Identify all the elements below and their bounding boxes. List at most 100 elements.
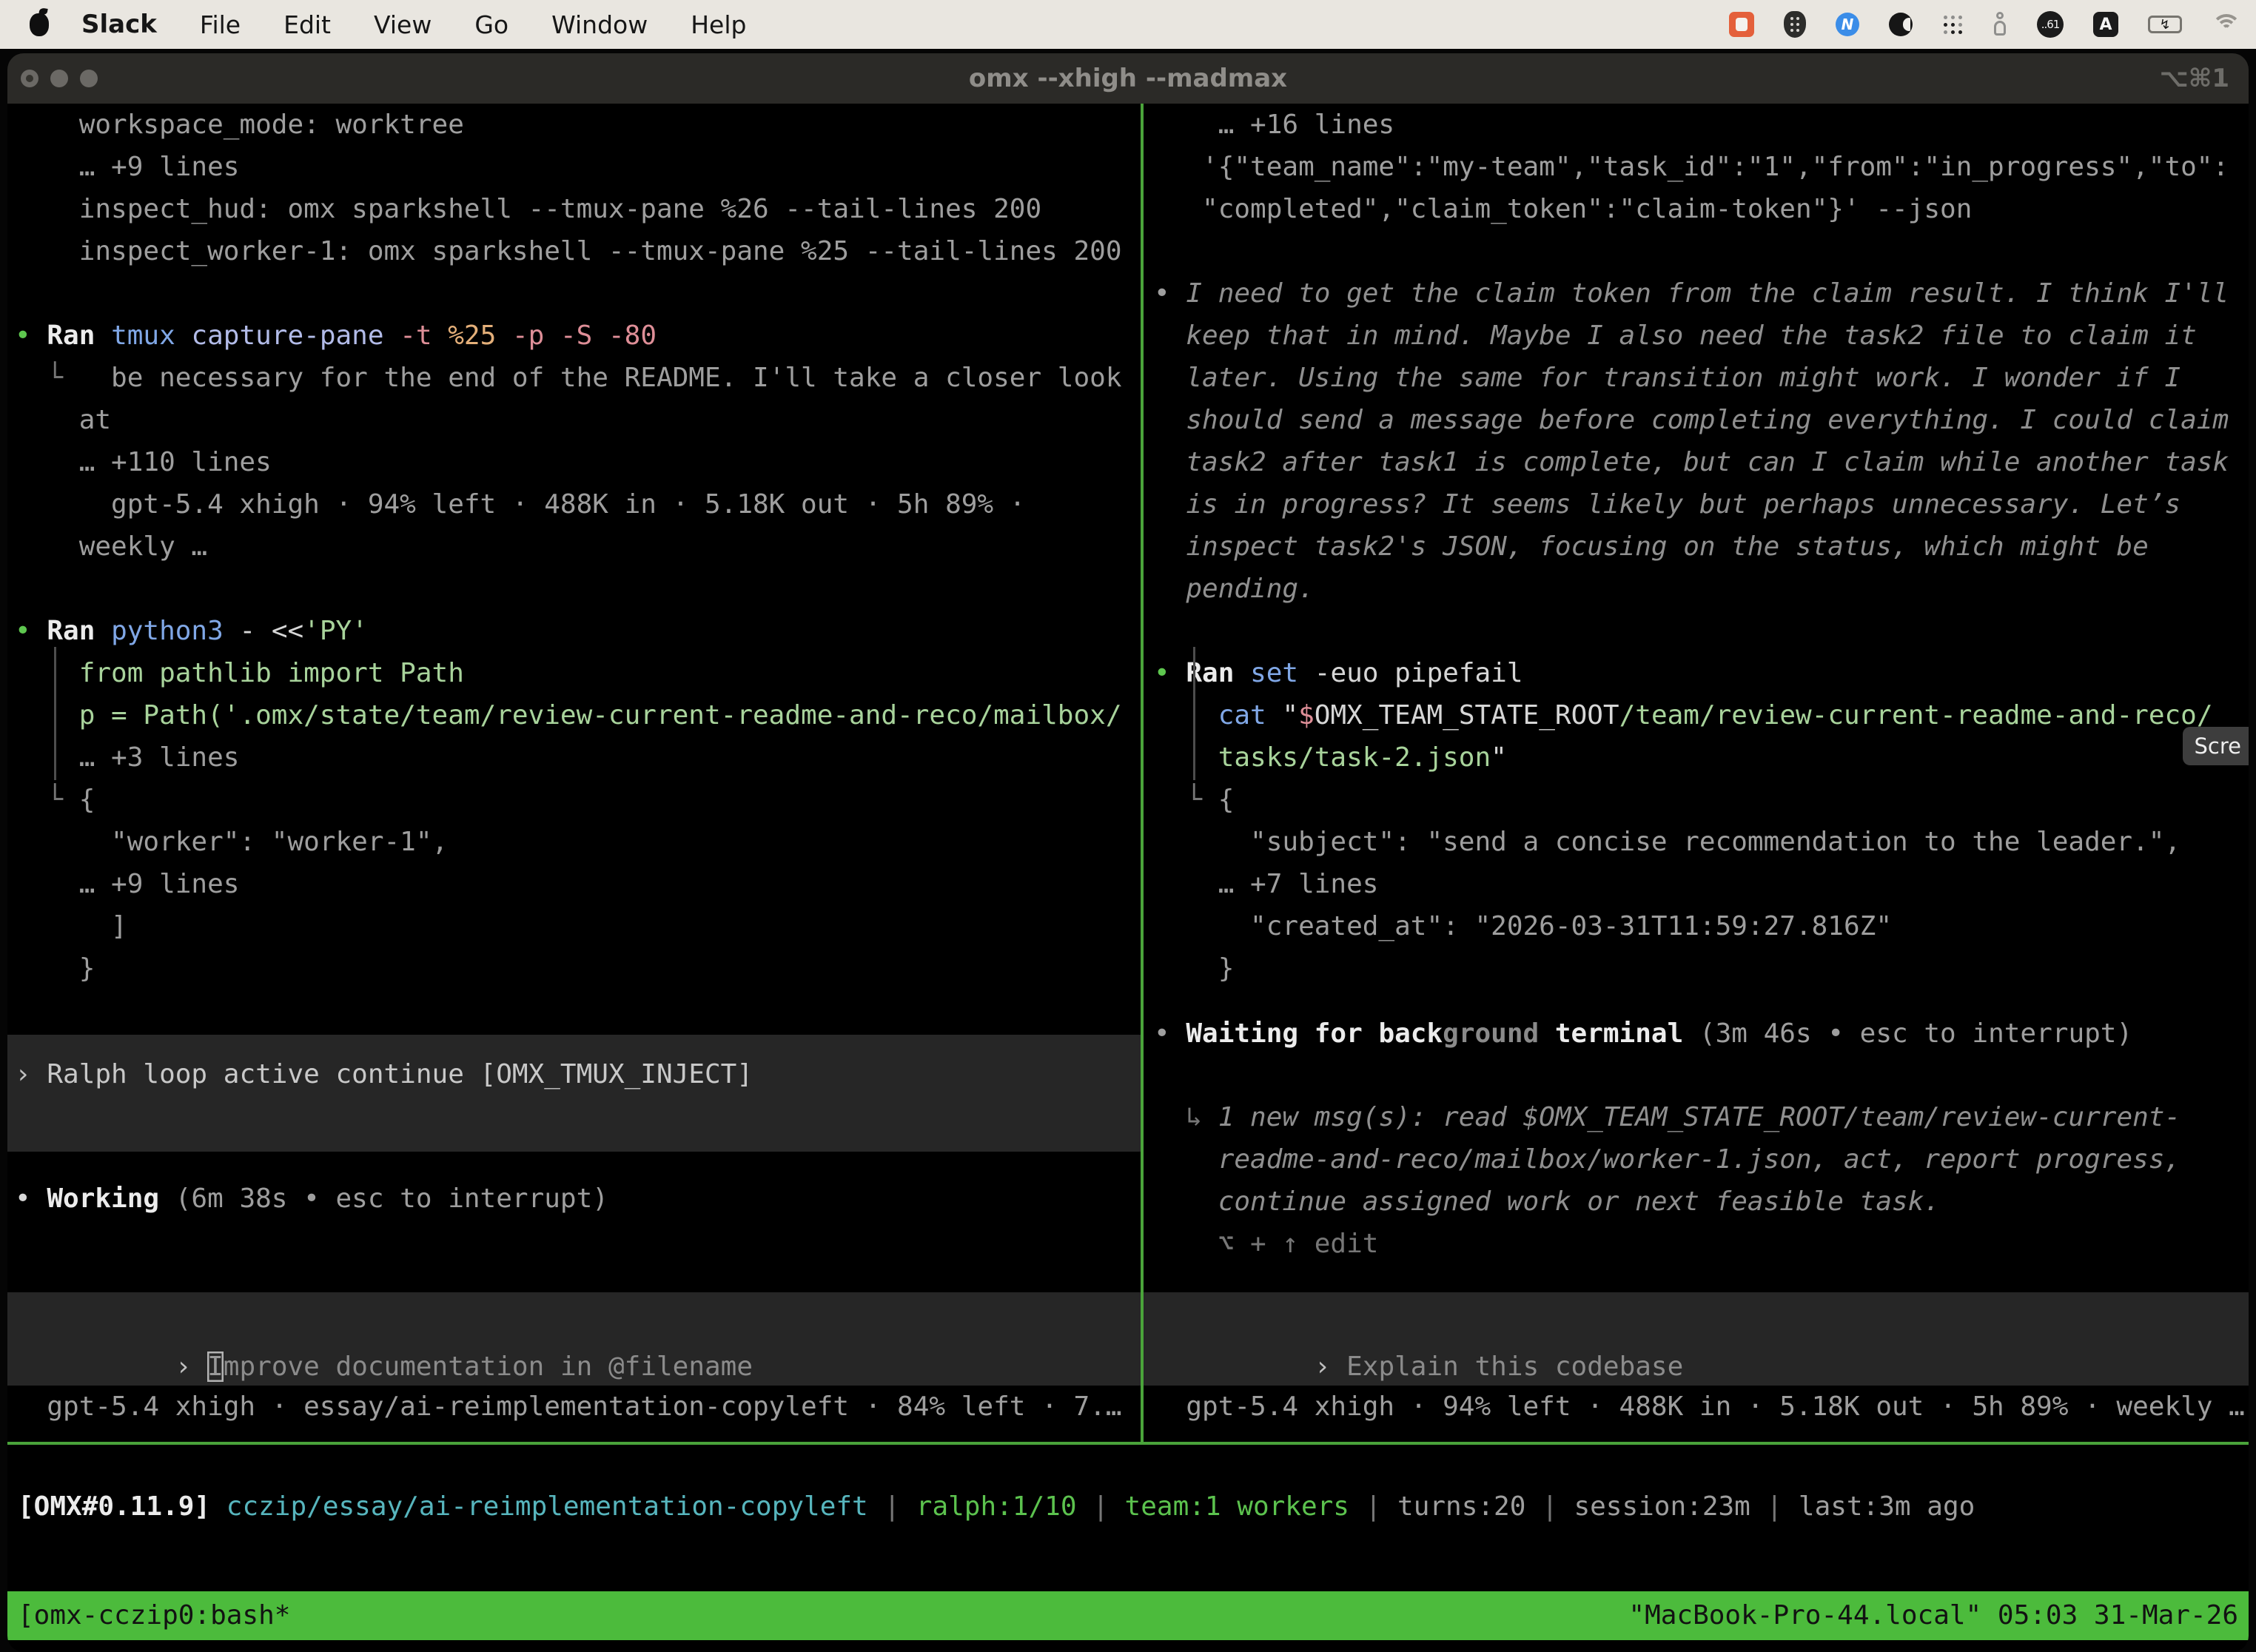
- menu-item-go[interactable]: Go: [474, 10, 508, 39]
- terminal-line: readme-and-reco/mailbox/worker-1.json, a…: [1154, 1138, 2249, 1181]
- terminal-line: gpt-5.4 xhigh · essay/ai-reimplementatio…: [15, 1386, 1141, 1428]
- person-icon[interactable]: [1993, 12, 2007, 37]
- wifi-icon[interactable]: [2212, 14, 2241, 35]
- text-segment: -p: [512, 320, 560, 351]
- right-model-status-line: gpt-5.4 xhigh · 94% left · 488K in · 5.1…: [1144, 1386, 2249, 1428]
- text-segment: capture-pane: [191, 320, 400, 351]
- terminal-line: [1154, 230, 2249, 272]
- text-segment: -euo pipefail: [1315, 658, 1523, 688]
- terminal-pane-left[interactable]: workspace_mode: worktree … +9 lines insp…: [7, 104, 1141, 1442]
- terminal-line: continue assigned work or next feasible …: [1154, 1181, 2249, 1223]
- right-pane-output: … +16 lines '{"team_name":"my-team","tas…: [1144, 104, 2249, 990]
- text-segment: Ran: [47, 320, 111, 351]
- text-segment: -S: [560, 320, 608, 351]
- terminal-line: inspect_hud: omx sparkshell --tmux-pane …: [15, 188, 1141, 230]
- battery-icon[interactable]: ↯: [2148, 16, 2182, 33]
- terminal-line: … +16 lines: [1154, 104, 2249, 146]
- menu-item-app[interactable]: Slack: [81, 10, 157, 39]
- text-segment: should send a message before completing …: [1154, 405, 2229, 435]
- text-segment: |: [1349, 1491, 1397, 1522]
- text-segment: ": [1491, 742, 1507, 773]
- text-segment: •: [15, 616, 47, 646]
- text-cursor: I: [207, 1352, 224, 1382]
- text-segment: '{"team_name":"my-team","task_id":"1","f…: [1154, 152, 2229, 182]
- text-segment: ralph:1/10: [916, 1491, 1077, 1522]
- menu-item-help[interactable]: Help: [691, 10, 746, 39]
- menu-item-edit[interactable]: Edit: [283, 10, 331, 39]
- text-segment: -80: [608, 320, 657, 351]
- text-segment: weekly …: [15, 531, 207, 562]
- text-segment: Waiting for back: [1186, 1018, 1443, 1049]
- tool-output-connector: [1193, 647, 1195, 780]
- text-segment: └: [1154, 785, 1218, 815]
- text-segment: cczip/essay/ai-reimplementation-copyleft: [226, 1491, 868, 1522]
- text-segment: ": [1282, 700, 1298, 731]
- terminal-line: }: [1154, 947, 2249, 990]
- text-segment: [1154, 700, 1218, 731]
- menu-item-view[interactable]: View: [374, 10, 432, 39]
- text-segment: └: [15, 785, 79, 815]
- text-segment: 'PY': [303, 616, 368, 646]
- text-segment: … +16 lines: [1154, 110, 1394, 140]
- text-segment: [OMX#0.11.9]: [18, 1491, 210, 1522]
- text-segment: ]: [15, 911, 127, 941]
- terminal-line: "completed","claim_token":"claim-token"}…: [1154, 188, 2249, 230]
- terminal-line: [15, 272, 1141, 315]
- text-segment: session:23m: [1574, 1491, 1750, 1522]
- left-prompt-box[interactable]: › Improve documentation in @filename: [7, 1292, 1141, 1386]
- text-segment: Ralph loop active continue [OMX_TMUX_INJ…: [47, 1059, 753, 1089]
- prompt-chevron: ›: [1315, 1352, 1346, 1382]
- text-segment: keep that in mind. Maybe I also need the…: [1154, 320, 2197, 351]
- terminal-line: inspect_worker-1: omx sparkshell --tmux-…: [15, 230, 1141, 272]
- text-segment: |: [868, 1491, 916, 1522]
- terminal-line: … +9 lines: [15, 863, 1141, 905]
- window-title-bar[interactable]: omx --xhigh --madmax ⌥⌘1: [7, 53, 2249, 104]
- text-segment: •: [1154, 278, 1186, 309]
- dots-grid-icon[interactable]: [1942, 14, 1963, 35]
- text-segment: "subject": "send a concise recommendatio…: [1154, 827, 2181, 857]
- text-segment: -t: [400, 320, 448, 351]
- text-segment: readme-and-reco/mailbox/worker-1.json, a…: [1154, 1144, 2181, 1175]
- text-segment: later. Using the same for transition mig…: [1154, 363, 2181, 393]
- text-segment: /team/review-current-readme-and-reco/: [1619, 700, 2213, 731]
- terminal-line: • Ran python3 - <<'PY': [15, 610, 1141, 652]
- tmux-host-clock-label: "MacBook-Pro-44.local" 05:03 31-Mar-26: [1628, 1591, 2238, 1640]
- right-prompt-box[interactable]: › Explain this codebase: [1144, 1292, 2249, 1386]
- text-segment: Ran: [47, 616, 111, 646]
- terminal-area: workspace_mode: worktree … +9 lines insp…: [7, 104, 2249, 1442]
- text-segment: Ran: [1186, 658, 1250, 688]
- terminal-line: … +7 lines: [1154, 863, 2249, 905]
- chat-app-icon[interactable]: [1729, 12, 1754, 37]
- menu-item-file[interactable]: File: [200, 10, 241, 39]
- text-segment: p = Path('.omx/state/team/review-current…: [15, 700, 1122, 731]
- terminal-line: "created_at": "2026-03-31T11:59:27.816Z": [1154, 905, 2249, 947]
- terminal-line: task2 after task1 is complete, but can I…: [1154, 441, 2249, 483]
- text-segment: }: [1154, 953, 1234, 984]
- terminal-pane-right[interactable]: … +16 lines '{"team_name":"my-team","tas…: [1144, 104, 2249, 1442]
- terminal-line: └ {: [15, 779, 1141, 821]
- terminal-line: • Ran set -euo pipefail: [1154, 652, 2249, 694]
- menu-item-window[interactable]: Window: [551, 10, 648, 39]
- dark-circle-icon[interactable]: [1889, 13, 1913, 36]
- text-segment: $: [1298, 700, 1315, 731]
- text-segment: … +9 lines: [15, 869, 239, 899]
- text-segment: pending.: [1154, 574, 1315, 604]
- terminal-line: "worker": "worker-1",: [15, 821, 1141, 863]
- text-segment: [210, 1491, 226, 1522]
- badge-61-icon[interactable]: ..61: [2037, 11, 2064, 38]
- a-square-icon[interactable]: A: [2093, 12, 2118, 37]
- shield-grid-icon[interactable]: [1784, 11, 1806, 38]
- apple-menu-icon[interactable]: [30, 13, 49, 36]
- calendar-app-icon[interactable]: N: [1836, 13, 1859, 36]
- left-model-status-line: gpt-5.4 xhigh · essay/ai-reimplementatio…: [7, 1386, 1141, 1428]
- text-segment: gpt-5.4 xhigh · 94% left · 488K in · 5.1…: [1154, 1391, 2245, 1422]
- terminal-line: … +9 lines: [15, 146, 1141, 188]
- terminal-line: • Waiting for background terminal (3m 46…: [1154, 1013, 2249, 1055]
- terminal-line: tasks/task-2.json": [1154, 736, 2249, 779]
- window-title: omx --xhigh --madmax: [7, 64, 2249, 93]
- text-segment: cat: [1218, 700, 1283, 731]
- text-segment: └: [15, 363, 111, 393]
- text-segment: … +110 lines: [15, 447, 272, 477]
- text-segment: •: [1154, 658, 1186, 688]
- menu-status-icons: N ..61 A ↯: [1729, 11, 2256, 38]
